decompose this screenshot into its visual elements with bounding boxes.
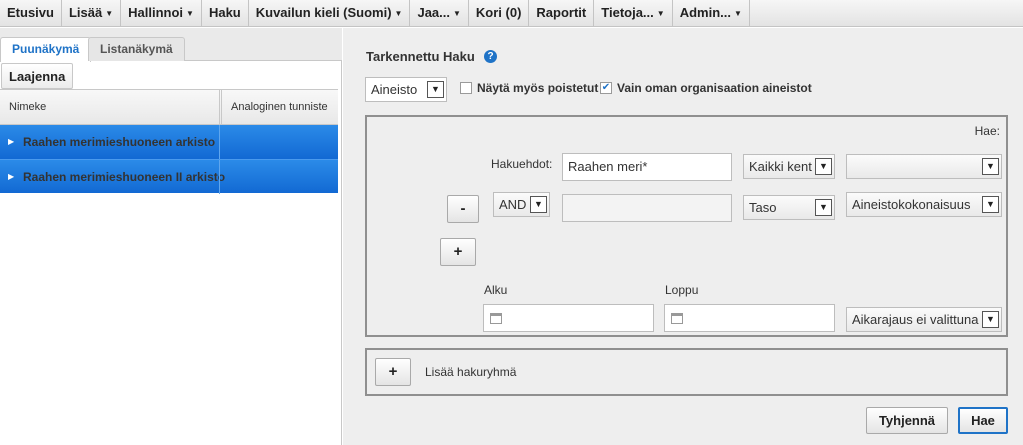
tree-row-label: Raahen merimieshuoneen II arkisto <box>23 170 226 184</box>
field-select-value: Kaikki kent <box>749 159 812 174</box>
column-header-identifier[interactable]: Analoginen tunniste <box>231 90 328 124</box>
search-group-panel: Hae: Hakuehdot: Raahen meri* Kaikki kent… <box>365 115 1008 337</box>
main-menubar: Etusivu Lisää ▼ Hallinnoi ▼ Haku Kuvailun … <box>0 0 1023 27</box>
menu-label: Raportit <box>536 5 587 20</box>
tab-tree-view[interactable]: Puunäkymä <box>0 37 92 62</box>
menu-label: Jaa... <box>417 5 450 20</box>
menu-raportit[interactable]: Raportit <box>529 0 595 26</box>
start-label: Alku <box>484 283 508 297</box>
level-select-value: Taso <box>749 200 777 215</box>
calendar-icon[interactable] <box>671 313 683 324</box>
tree-row-label: Raahen merimieshuoneen arkisto <box>23 135 216 149</box>
time-range-select-value: Aikarajaus ei valittuna <box>852 312 979 327</box>
calendar-icon[interactable] <box>490 313 502 324</box>
start-date-input[interactable] <box>483 304 654 332</box>
view-tabs: Puunäkymä Listanäkymä <box>0 28 342 62</box>
chevron-down-icon: ▼ <box>453 9 461 18</box>
chevron-down-icon: ▼ <box>394 9 403 18</box>
menu-kuvailun-kieli[interactable]: Kuvailun kieli (Suomi) ▼ <box>249 0 411 26</box>
hae-label: Hae: <box>974 124 1000 138</box>
expand-button[interactable]: Laajenna <box>1 63 74 89</box>
menu-label: Etusivu <box>7 5 54 20</box>
menu-label: Kori (0) <box>475 5 522 20</box>
chevron-down-icon: ▼ <box>815 199 832 216</box>
chevron-down-icon: ▼ <box>982 196 999 213</box>
advanced-search-panel: Tarkennettu Haku ? Aineisto ▼ Näytä myös… <box>343 28 1023 445</box>
remove-criteria-button[interactable]: - <box>447 195 479 223</box>
criteria-input[interactable]: Raahen meri* <box>562 153 732 181</box>
search-button[interactable]: Hae <box>958 407 1008 434</box>
level-value-select-value: Aineistokokonaisuus <box>852 197 971 212</box>
chevron-down-icon: ▼ <box>105 9 114 18</box>
chevron-down-icon: ▼ <box>530 196 547 213</box>
chevron-down-icon: ▼ <box>982 158 999 175</box>
menu-label: Admin... <box>679 5 731 20</box>
menu-hallinnoi[interactable]: Hallinnoi ▼ <box>121 0 202 26</box>
operator-select[interactable]: AND ▼ <box>493 192 550 217</box>
page-title: Tarkennettu Haku <box>366 49 475 64</box>
menu-label: Haku <box>208 5 241 20</box>
question-icon[interactable]: ? <box>484 50 497 63</box>
menu-label: Lisää <box>68 5 103 20</box>
own-org-label: Vain oman organisaation aineistot <box>617 81 812 95</box>
type-select[interactable]: Aineisto ▼ <box>365 77 447 102</box>
clear-button[interactable]: Tyhjennä <box>866 407 948 434</box>
operator-select-value: AND <box>499 197 527 212</box>
column-resize-handle[interactable] <box>219 90 222 124</box>
end-label: Loppu <box>665 283 699 297</box>
column-divider <box>219 160 220 194</box>
menu-label: Hallinnoi <box>128 5 184 20</box>
show-deleted-checkbox[interactable] <box>460 82 472 94</box>
field-select-secondary[interactable]: ▼ <box>846 154 1002 179</box>
menu-jaa[interactable]: Jaa... ▼ <box>410 0 469 26</box>
tab-list-view[interactable]: Listanäkymä <box>88 37 185 61</box>
add-group-label: Lisää hakuryhmä <box>425 365 517 379</box>
field-select[interactable]: Kaikki kent ▼ <box>743 154 835 179</box>
add-search-group-button[interactable]: + <box>375 358 411 386</box>
level-value-select[interactable]: Aineistokokonaisuus ▼ <box>846 192 1002 217</box>
own-org-checkbox[interactable]: ✔ <box>600 82 612 94</box>
add-group-panel: + Lisää hakuryhmä <box>365 348 1008 396</box>
menu-haku[interactable]: Haku <box>202 0 249 26</box>
tree-row[interactable]: ▶ Raahen merimieshuoneen arkisto <box>0 125 338 159</box>
menu-etusivu[interactable]: Etusivu <box>0 0 62 26</box>
menu-admin[interactable]: Admin... ▼ <box>673 0 750 26</box>
criteria-input-2[interactable] <box>562 194 732 222</box>
tree-panel: Puunäkymä Listanäkymä Laajenna Nimeke An… <box>0 28 342 445</box>
menu-label: Tietoja... <box>601 5 654 20</box>
triangle-right-icon[interactable]: ▶ <box>8 125 14 159</box>
chevron-down-icon: ▼ <box>186 9 194 18</box>
tree-table-header: Nimeke Analoginen tunniste <box>0 89 338 125</box>
end-date-input[interactable] <box>664 304 835 332</box>
show-deleted-label: Näytä myös poistetut <box>477 81 599 95</box>
triangle-right-icon[interactable]: ▶ <box>8 160 14 194</box>
column-divider <box>219 125 220 159</box>
menu-tietoja[interactable]: Tietoja... ▼ <box>594 0 673 26</box>
menu-lisaa[interactable]: Lisää ▼ <box>62 0 122 26</box>
chevron-down-icon: ▼ <box>427 81 444 98</box>
criteria-label: Hakuehdot: <box>491 157 553 171</box>
chevron-down-icon: ▼ <box>733 9 742 18</box>
chevron-down-icon: ▼ <box>982 311 999 328</box>
column-header-name[interactable]: Nimeke <box>9 90 46 124</box>
menu-label: Kuvailun kieli (Suomi) <box>255 5 392 20</box>
add-criteria-button[interactable]: + <box>440 238 476 266</box>
time-range-select[interactable]: Aikarajaus ei valittuna ▼ <box>846 307 1002 332</box>
level-select[interactable]: Taso ▼ <box>743 195 835 220</box>
chevron-down-icon: ▼ <box>656 9 665 18</box>
chevron-down-icon: ▼ <box>815 158 832 175</box>
menu-kori[interactable]: Kori (0) <box>469 0 530 26</box>
tree-row[interactable]: ▶ Raahen merimieshuoneen II arkisto <box>0 159 338 194</box>
type-select-value: Aineisto <box>371 82 418 97</box>
